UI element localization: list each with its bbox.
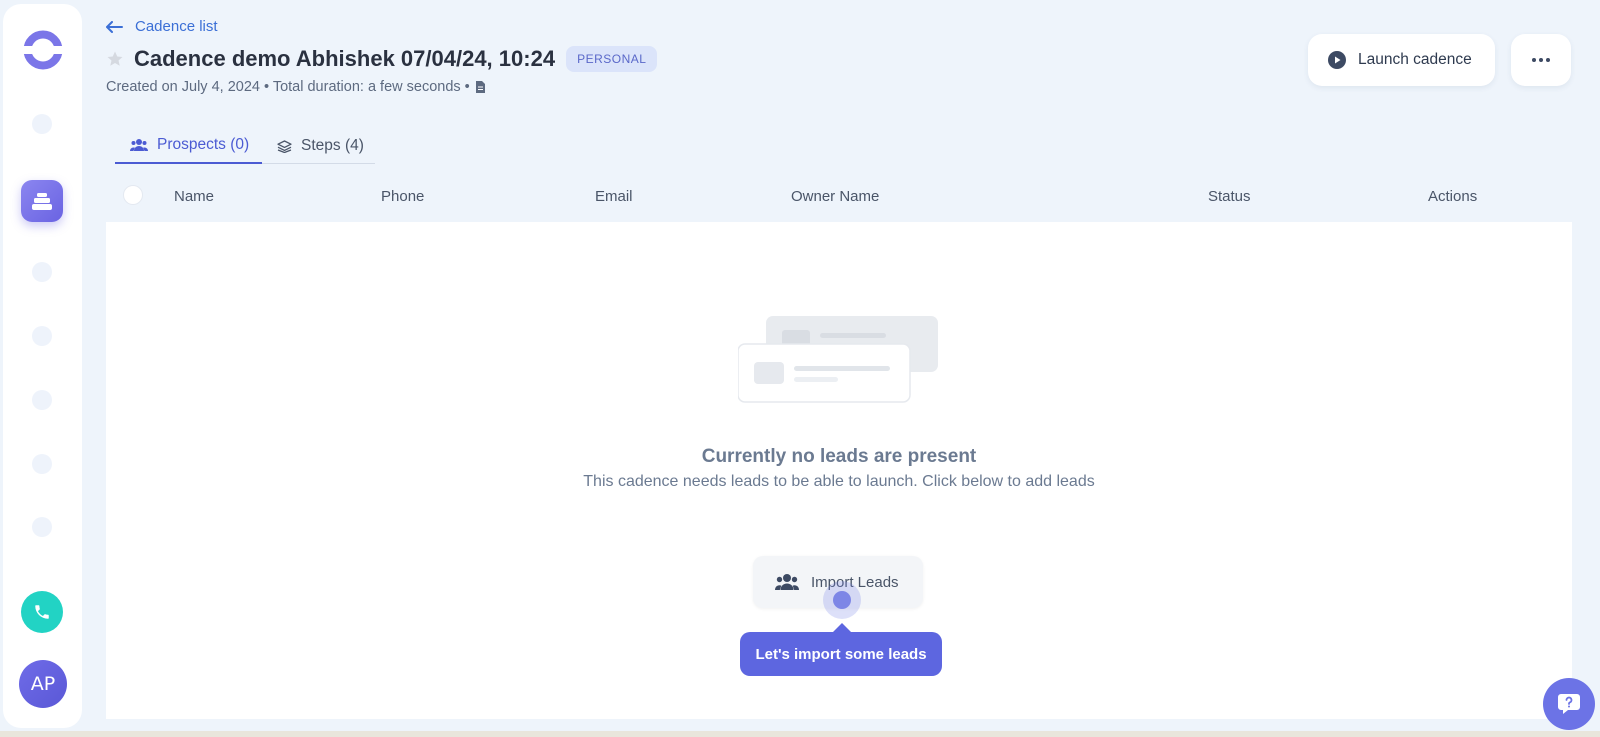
visibility-badge: PERSONAL (566, 46, 658, 72)
arrow-left-icon (106, 20, 123, 33)
cadence-meta: Created on July 4, 2024 • Total duration… (106, 79, 486, 95)
phone-button[interactable] (21, 591, 63, 633)
layers-icon (277, 139, 292, 153)
sidebar-item-cadences[interactable] (21, 180, 63, 222)
breadcrumb[interactable]: Cadence list (106, 18, 218, 35)
table-body: Currently no leads are present This cade… (106, 222, 1572, 719)
document-icon[interactable] (475, 80, 486, 94)
column-header-phone[interactable]: Phone (381, 188, 424, 205)
column-header-status[interactable]: Status (1208, 188, 1251, 205)
help-button[interactable] (1543, 678, 1595, 730)
browser-bottom-bar (0, 731, 1600, 737)
more-horizontal-icon (1532, 58, 1550, 62)
help-chat-icon (1558, 694, 1580, 714)
sidebar-item-1[interactable] (32, 114, 52, 134)
column-header-actions[interactable]: Actions (1428, 188, 1477, 205)
select-all-checkbox[interactable] (123, 185, 143, 205)
tab-prospects[interactable]: Prospects (0) (115, 128, 262, 164)
sidebar-item-5[interactable] (32, 454, 52, 474)
sidebar-item-3[interactable] (32, 326, 52, 346)
stack-icon (32, 193, 52, 210)
sidebar: AP (3, 4, 82, 728)
meta-text: Created on July 4, 2024 • Total duration… (106, 79, 470, 95)
sidebar-item-2[interactable] (32, 262, 52, 282)
column-header-owner-name[interactable]: Owner Name (791, 188, 879, 205)
users-icon (775, 574, 799, 590)
users-icon (130, 139, 148, 151)
table-header: Name Phone Email Owner Name Status Actio… (106, 176, 1572, 216)
play-icon (1328, 51, 1346, 69)
launch-cadence-label: Launch cadence (1358, 51, 1472, 68)
empty-state-title: Currently no leads are present (701, 446, 977, 467)
user-avatar[interactable]: AP (19, 660, 67, 708)
guide-hotspot[interactable] (823, 581, 861, 619)
breadcrumb-link[interactable]: Cadence list (135, 18, 218, 35)
tab-prospects-label: Prospects (0) (157, 136, 250, 153)
title-row: Cadence demo Abhishek 07/04/24, 10:24 PE… (106, 46, 658, 72)
column-header-email[interactable]: Email (595, 188, 633, 205)
sidebar-item-6[interactable] (32, 517, 52, 537)
empty-state-illustration (738, 316, 938, 403)
app-logo[interactable] (21, 28, 65, 72)
phone-icon (35, 605, 49, 619)
launch-cadence-button[interactable]: Launch cadence (1308, 34, 1495, 86)
star-icon[interactable] (106, 50, 124, 68)
tab-steps-label: Steps (4) (301, 137, 364, 154)
tab-steps[interactable]: Steps (4) (277, 128, 375, 164)
guide-tooltip[interactable]: Let's import some leads (740, 623, 942, 676)
column-header-name[interactable]: Name (174, 188, 214, 205)
page-title: Cadence demo Abhishek 07/04/24, 10:24 (134, 46, 556, 71)
sidebar-item-4[interactable] (32, 390, 52, 410)
more-options-button[interactable] (1511, 34, 1571, 86)
tab-bar: Prospects (0) Steps (4) (115, 128, 375, 164)
empty-state-subtitle: This cadence needs leads to be able to l… (583, 473, 1095, 490)
